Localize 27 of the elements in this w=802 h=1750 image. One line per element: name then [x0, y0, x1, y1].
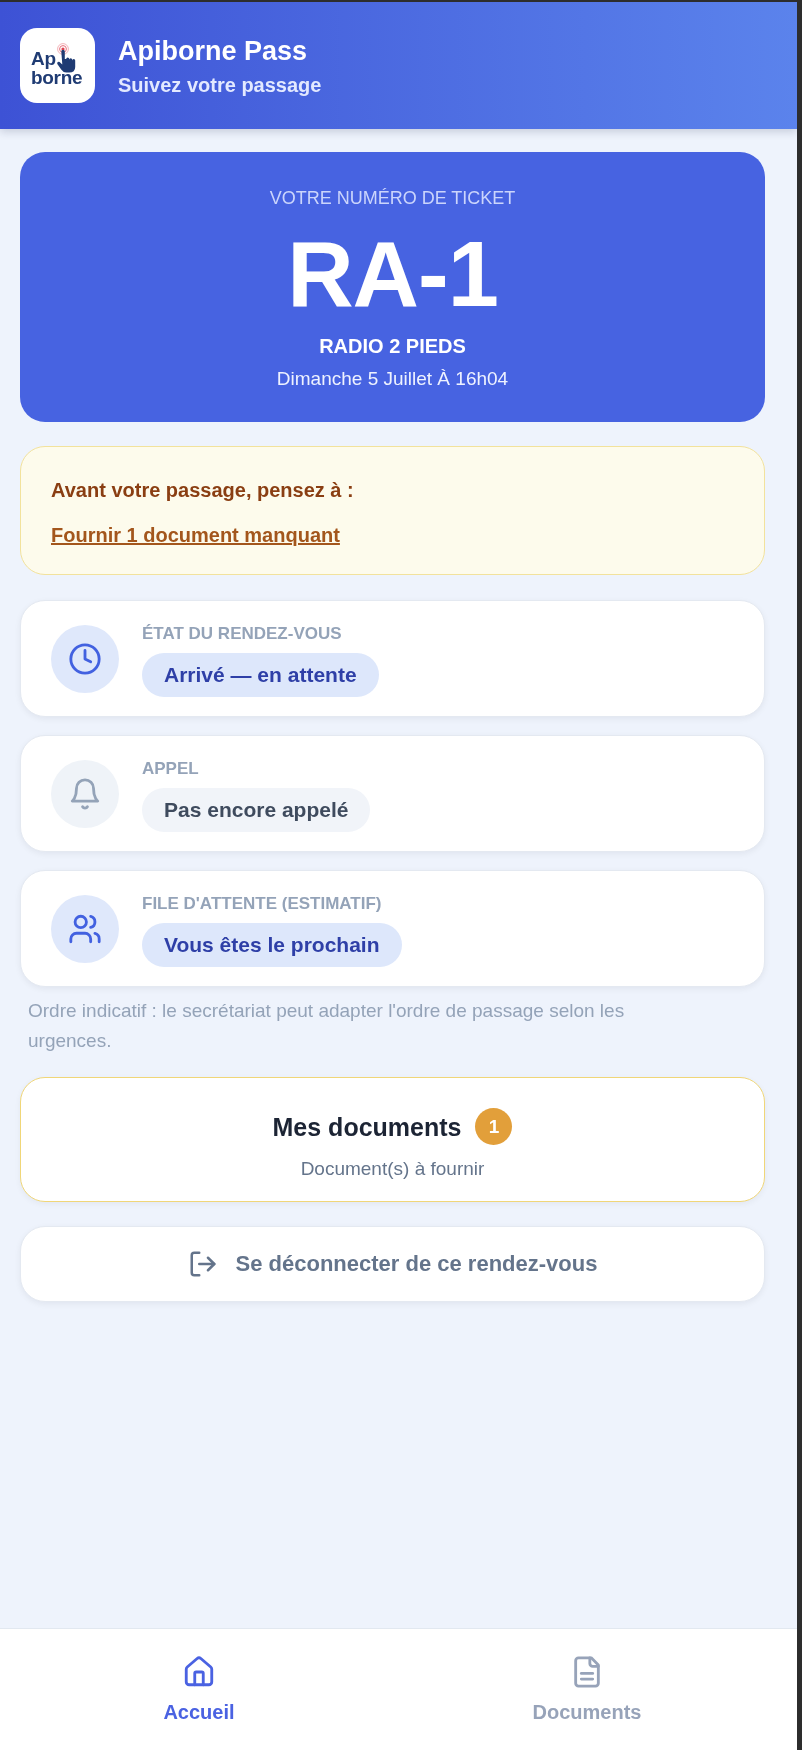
status-badge: Vous êtes le prochain	[142, 922, 402, 967]
status-label: FILE D'ATTENTE (ESTIMATIF)	[142, 892, 382, 915]
status-label: APPEL	[142, 757, 199, 780]
count-badge: 1	[475, 1108, 513, 1145]
nav-tab[interactable]: Accueil	[163, 1629, 235, 1725]
documents-subtitle: Document(s) à fournir	[300, 1157, 485, 1181]
logout-button[interactable]: Se déconnecter de ce rendez-vous	[20, 1226, 765, 1302]
home-icon	[182, 1655, 216, 1689]
logo-text: Ap	[31, 49, 56, 69]
reminder-title: Avant votre passage, pensez à :	[51, 478, 354, 503]
documents-card[interactable]: Mes documents 1 Document(s) à fournir	[20, 1077, 765, 1202]
status-label: ÉTAT DU RENDEZ-VOUS	[142, 622, 342, 645]
users-icon	[51, 894, 119, 963]
status-badge: Arrivé — en attente	[142, 652, 379, 697]
missing-document-link[interactable]: Fournir 1 document manquant	[51, 521, 340, 549]
app-title: Apiborne Pass	[118, 34, 309, 68]
logo-text: borne	[31, 68, 83, 88]
clock-icon	[51, 624, 119, 693]
ticket-label: VOTRE NUMÉRO DE TICKET	[269, 187, 516, 210]
queue-note: Ordre indicatif : le secrétariat peut adapter l'ordre de passage selon les urgences.	[28, 999, 626, 1053]
status-badge: Pas encore appelé	[142, 787, 371, 832]
service-name: RADIO 2 PIEDS	[319, 334, 466, 359]
appointment-date: Dimanche 5 Juillet À 16h04	[276, 367, 509, 391]
app-subtitle: Suivez votre passage	[118, 72, 322, 98]
bell-icon	[51, 759, 119, 828]
ticket-number: RA-1	[287, 224, 498, 324]
documents-title: Mes documents	[272, 1111, 462, 1143]
